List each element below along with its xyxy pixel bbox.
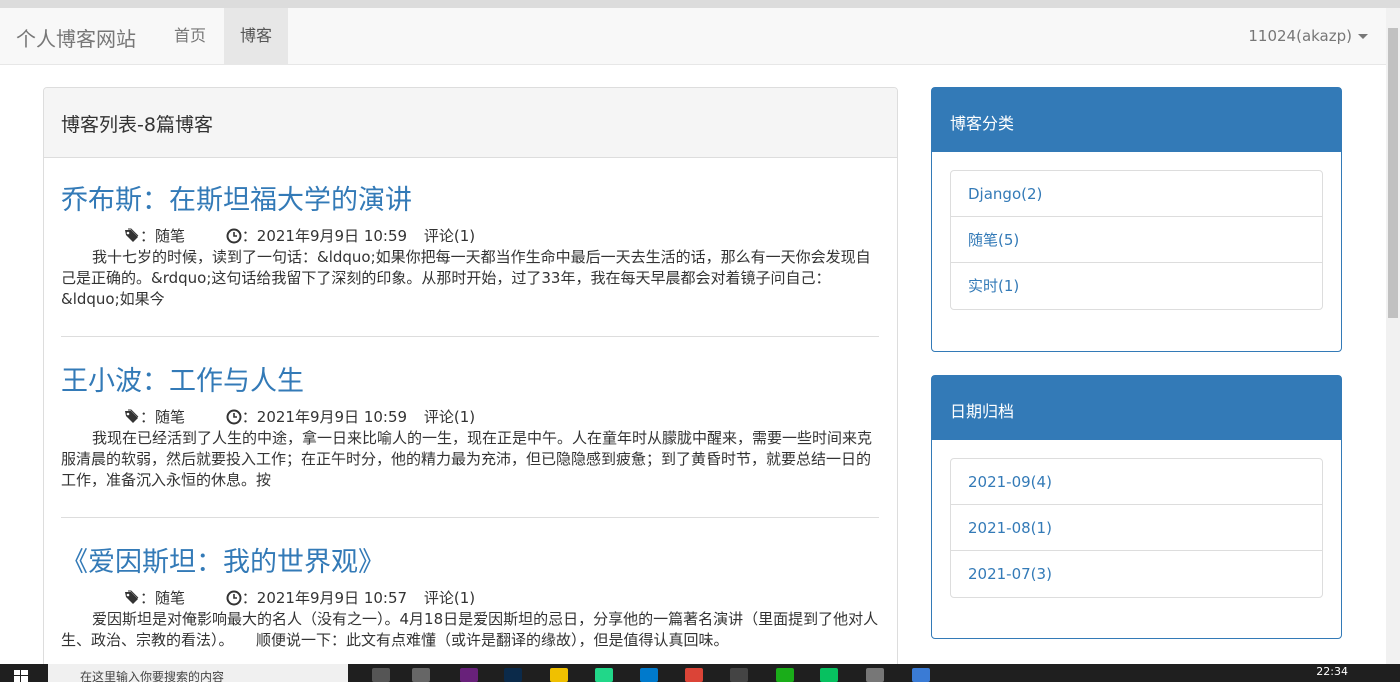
task-view-icon[interactable] xyxy=(372,668,390,682)
taskbar-app-icon[interactable] xyxy=(776,668,794,682)
os-taskbar: 在这里输入你要搜索的内容 22:34 xyxy=(0,664,1400,682)
taskbar-app-icon[interactable] xyxy=(912,668,930,682)
tags-icon xyxy=(125,228,139,242)
clock-icon xyxy=(226,228,242,243)
nav-blog-link[interactable]: 博客 xyxy=(224,8,289,64)
taskbar-app-icon[interactable] xyxy=(412,668,430,682)
user-menu[interactable]: 11024(akazp) xyxy=(1248,8,1368,64)
navbar: 个人博客网站 首页 博客 11024(akazp) xyxy=(0,8,1386,65)
site-brand[interactable]: 个人博客网站 xyxy=(16,23,136,52)
category-meta: ：随笔 xyxy=(124,407,185,427)
category-meta: ：随笔 xyxy=(124,226,185,246)
category-link[interactable]: Django(2) xyxy=(951,171,1322,217)
post-excerpt: 我现在已经活到了人生的中途，拿一日来比喻人的一生，现在正是中午。人在童年时从朦胧… xyxy=(61,429,873,489)
tags-icon xyxy=(125,409,139,423)
visual-studio-icon[interactable] xyxy=(460,668,478,682)
blog-list-heading: 博客列表-8篇博客 xyxy=(44,88,897,158)
blog-post: 《爱因斯坦：我的世界观》 ：随笔 ：2021年9月9日 10:57 评论(1) … xyxy=(61,546,879,651)
post-meta: ：随笔 ：2021年9月9日 10:59 评论(1) xyxy=(61,225,879,245)
archive-heading: 日期归档 xyxy=(932,376,1341,440)
post-title-link[interactable]: 乔布斯：在斯坦福大学的演讲 xyxy=(61,184,879,218)
nav-home-link[interactable]: 首页 xyxy=(158,8,222,64)
chrome-icon[interactable] xyxy=(685,668,703,682)
post-comments: 评论(1) xyxy=(423,407,476,426)
browser-top-edge xyxy=(0,0,1400,8)
archive-link[interactable]: 2021-09(4) xyxy=(951,459,1322,505)
post-date: ：2021年9月9日 10:59 xyxy=(241,407,408,426)
category-link[interactable]: 实时(1) xyxy=(951,263,1322,309)
user-name: 11024(akazp) xyxy=(1248,27,1352,45)
post-meta: ：随笔 ：2021年9月9日 10:57 评论(1) xyxy=(61,587,879,607)
category-meta: ：随笔 xyxy=(124,588,185,608)
wechat-icon[interactable] xyxy=(820,668,838,682)
post-date: ：2021年9月9日 10:57 xyxy=(241,588,408,607)
date-meta: ：2021年9月9日 10:59 xyxy=(226,226,407,246)
archive-link[interactable]: 2021-07(3) xyxy=(951,551,1322,597)
post-meta: ：随笔 ：2021年9月9日 10:59 评论(1) xyxy=(61,406,879,426)
archive-panel: 日期归档 2021-09(4) 2021-08(1) 2021-07(3) xyxy=(931,375,1342,639)
windows-start-icon[interactable] xyxy=(14,670,28,682)
pycharm-icon[interactable] xyxy=(595,668,613,682)
settings-gear-icon[interactable] xyxy=(866,668,884,682)
tags-icon xyxy=(125,590,139,604)
scrollbar-thumb[interactable] xyxy=(1388,28,1398,318)
post-excerpt: 爱因斯坦是对俺影响最大的名人（没有之一）。4月18日是爱因斯坦的忌日，分享他的一… xyxy=(61,610,879,649)
clock-icon xyxy=(226,590,242,605)
categories-heading: 博客分类 xyxy=(932,88,1341,152)
taskbar-clock[interactable]: 22:34 xyxy=(1316,665,1348,678)
post-category: ：随笔 xyxy=(140,226,186,245)
post-category: ：随笔 xyxy=(140,407,186,426)
post-comments: 评论(1) xyxy=(423,588,476,607)
blog-list-panel: 博客列表-8篇博客 乔布斯：在斯坦福大学的演讲 ：随笔 ：2021年9月9日 1… xyxy=(43,87,898,682)
post-divider xyxy=(61,336,879,337)
date-meta: ：2021年9月9日 10:59 xyxy=(226,407,407,427)
post-divider xyxy=(61,517,879,518)
post-comments: 评论(1) xyxy=(423,226,476,245)
archive-link[interactable]: 2021-08(1) xyxy=(951,505,1322,551)
categories-list: Django(2) 随笔(5) 实时(1) xyxy=(950,170,1323,310)
category-link[interactable]: 随笔(5) xyxy=(951,217,1322,263)
post-title-link[interactable]: 《爱因斯坦：我的世界观》 xyxy=(61,546,879,580)
clock-icon xyxy=(226,409,242,424)
date-meta: ：2021年9月9日 10:57 xyxy=(226,588,407,608)
taskbar-search-input[interactable]: 在这里输入你要搜索的内容 xyxy=(48,664,348,682)
blog-post: 王小波：工作与人生 ：随笔 ：2021年9月9日 10:59 评论(1) 我现在… xyxy=(61,365,879,491)
blog-post: 乔布斯：在斯坦福大学的演讲 ：随笔 ：2021年9月9日 10:59 评论(1)… xyxy=(61,184,879,310)
file-explorer-icon[interactable] xyxy=(550,668,568,682)
post-title-link[interactable]: 王小波：工作与人生 xyxy=(61,365,879,399)
post-category: ：随笔 xyxy=(140,588,186,607)
taskbar-app-icon[interactable] xyxy=(730,668,748,682)
post-excerpt: 我十七岁的时候，读到了一句话：&ldquo;如果你把每一天都当作生命中最后一天去… xyxy=(61,248,871,308)
post-date: ：2021年9月9日 10:59 xyxy=(241,226,408,245)
archive-list: 2021-09(4) 2021-08(1) 2021-07(3) xyxy=(950,458,1323,598)
page-scrollbar[interactable] xyxy=(1386,8,1400,664)
photoshop-icon[interactable] xyxy=(504,668,522,682)
vscode-icon[interactable] xyxy=(640,668,658,682)
categories-panel: 博客分类 Django(2) 随笔(5) 实时(1) xyxy=(931,87,1342,352)
caret-down-icon xyxy=(1358,34,1368,39)
